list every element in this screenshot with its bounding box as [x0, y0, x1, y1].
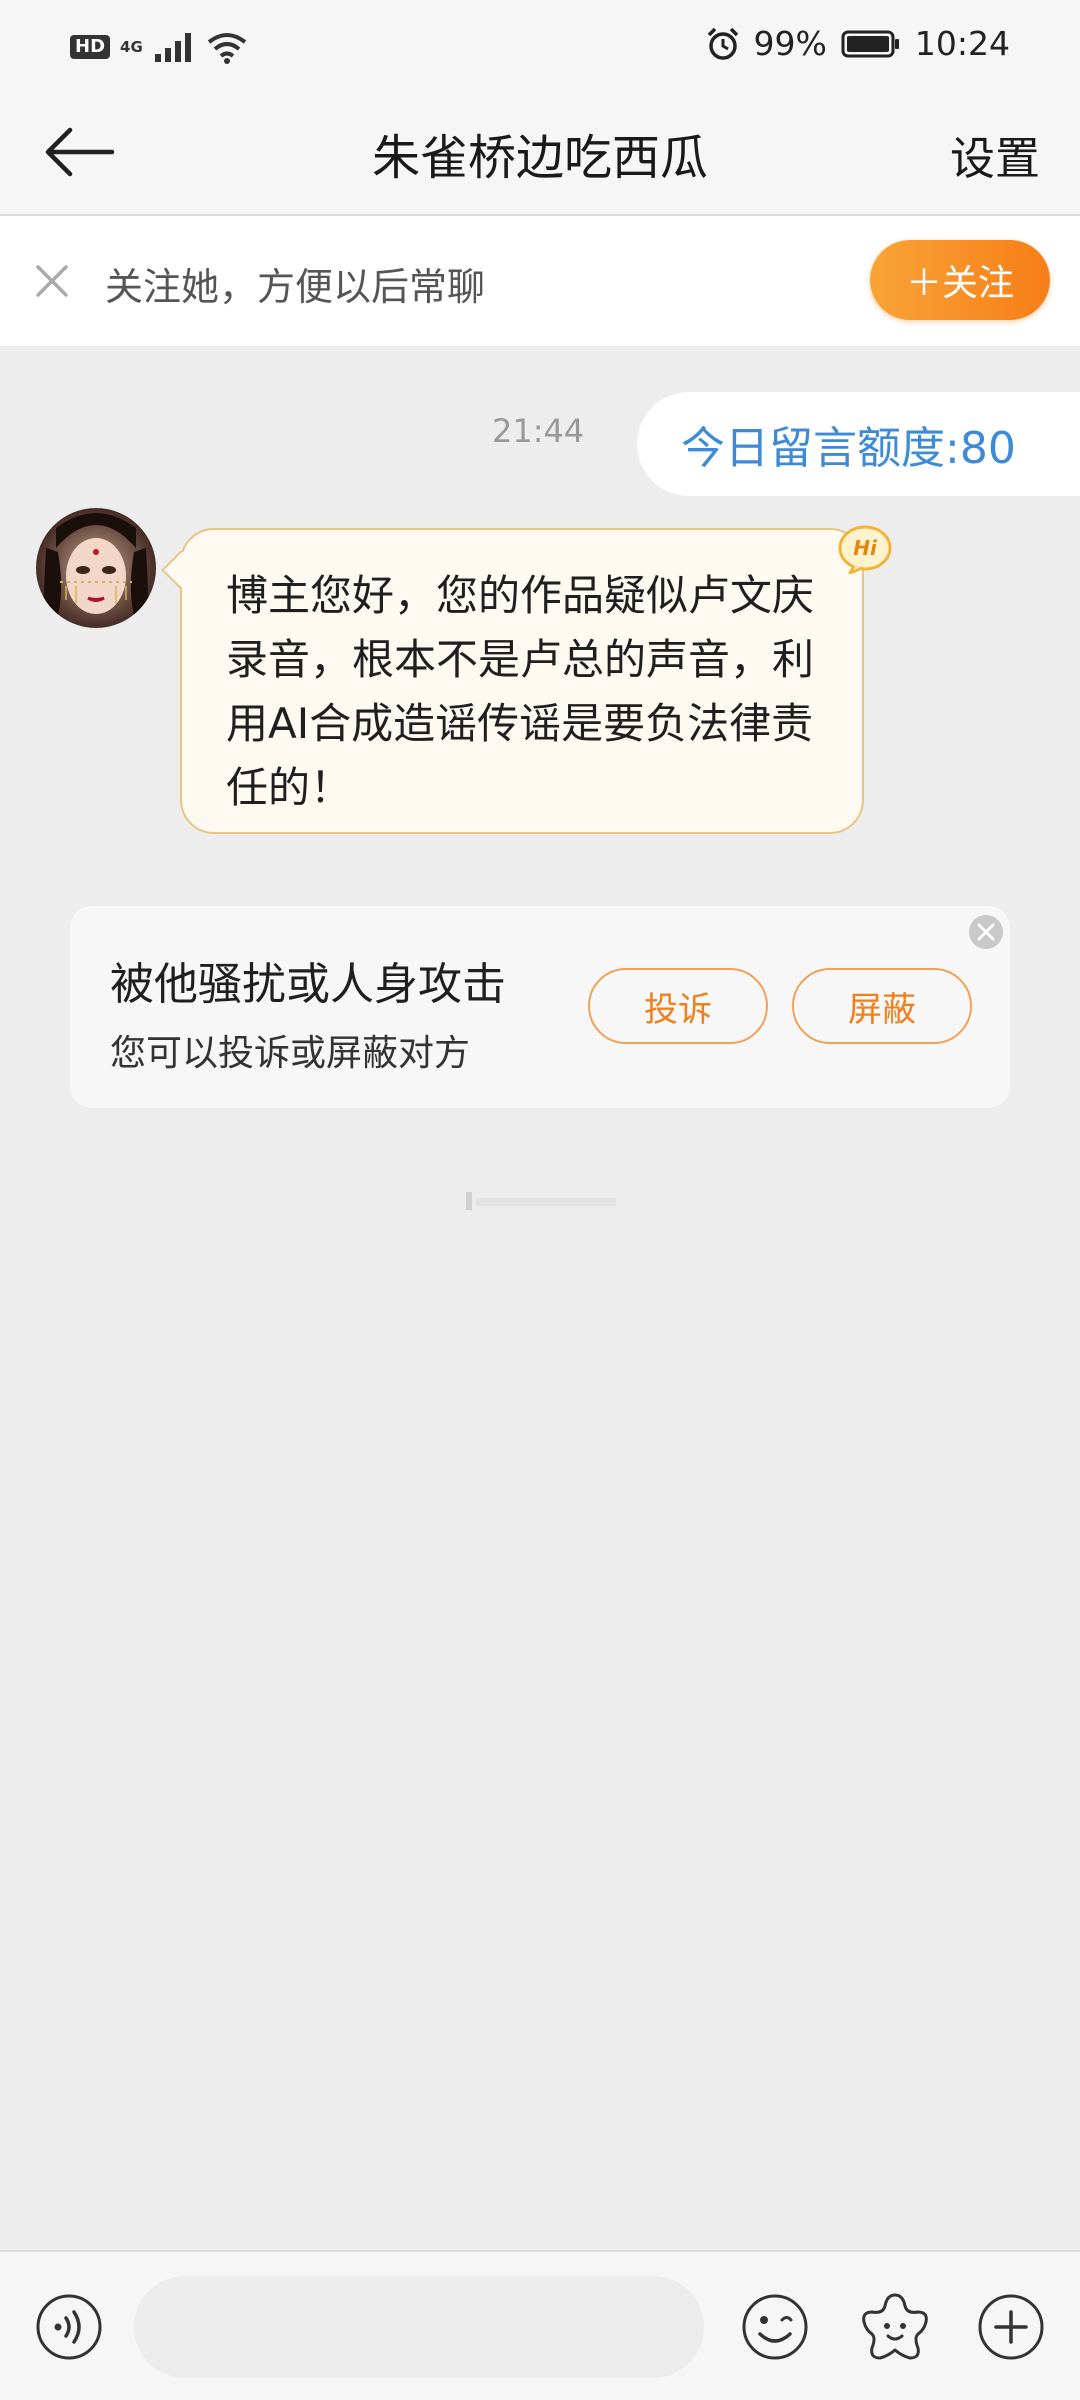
follow-prompt: 关注她，方便以后常聊	[105, 265, 486, 309]
report-button[interactable]: 投诉	[588, 968, 768, 1044]
hi-badge-text: Hi	[853, 536, 878, 560]
message-input[interactable]	[134, 2276, 704, 2378]
hi-badge-icon: Hi	[838, 525, 892, 574]
harassment-report-card: 被他骚扰或人身攻击 您可以投诉或屏蔽对方 投诉 屏蔽	[70, 906, 1010, 1108]
close-icon[interactable]	[32, 261, 72, 301]
status-right: 99% 10:24	[706, 24, 1010, 63]
message-text: 博主您好，您的作品疑似卢文庆录音，根本不是卢总的声音，利用AI合成造谣传谣是要负…	[226, 571, 815, 812]
block-button[interactable]: 屏蔽	[792, 968, 972, 1044]
emoji-icon[interactable]	[740, 2292, 810, 2362]
clock: 10:24	[914, 24, 1010, 63]
battery-percent: 99%	[753, 24, 827, 63]
incoming-message-bubble[interactable]: 博主您好，您的作品疑似卢文庆录音，根本不是卢总的声音，利用AI合成造谣传谣是要负…	[180, 528, 864, 834]
voice-input-icon[interactable]	[34, 2292, 104, 2362]
signal-icon	[154, 33, 191, 62]
loading-indicator	[466, 1192, 616, 1210]
battery-icon	[841, 30, 899, 57]
plus-icon[interactable]	[976, 2292, 1046, 2362]
follow-button[interactable]: ＋关注	[870, 240, 1050, 320]
wifi-icon	[207, 33, 246, 64]
avatar[interactable]	[36, 508, 156, 628]
message-timestamp: 21:44	[492, 412, 585, 450]
input-toolbar	[0, 2250, 1080, 2400]
chat-screen: HD 4G 99% 10:24 朱雀桥边吃西瓜 设置 关注她，方便以后常聊 ＋关…	[0, 0, 1080, 2400]
follow-banner: 关注她，方便以后常聊 ＋关注	[0, 216, 1080, 346]
settings-button[interactable]: 设置	[950, 122, 1040, 187]
harassment-title: 被他骚扰或人身攻击	[110, 959, 506, 1010]
hd-badge: HD	[70, 35, 111, 59]
card-close-icon[interactable]	[968, 914, 1004, 950]
alarm-icon	[707, 27, 738, 60]
network-type: 4G	[120, 37, 143, 56]
avatar-image	[36, 508, 156, 628]
status-left: HD 4G	[70, 30, 247, 64]
sticker-icon[interactable]	[858, 2290, 932, 2364]
status-bar: HD 4G 99% 10:24	[0, 0, 1080, 92]
harassment-subtitle: 您可以投诉或屏蔽对方	[110, 1033, 471, 1074]
quota-bubble: 今日留言额度:80	[637, 392, 1080, 496]
nav-header: 朱雀桥边吃西瓜 设置	[0, 92, 1080, 216]
page-title: 朱雀桥边吃西瓜	[371, 130, 708, 186]
